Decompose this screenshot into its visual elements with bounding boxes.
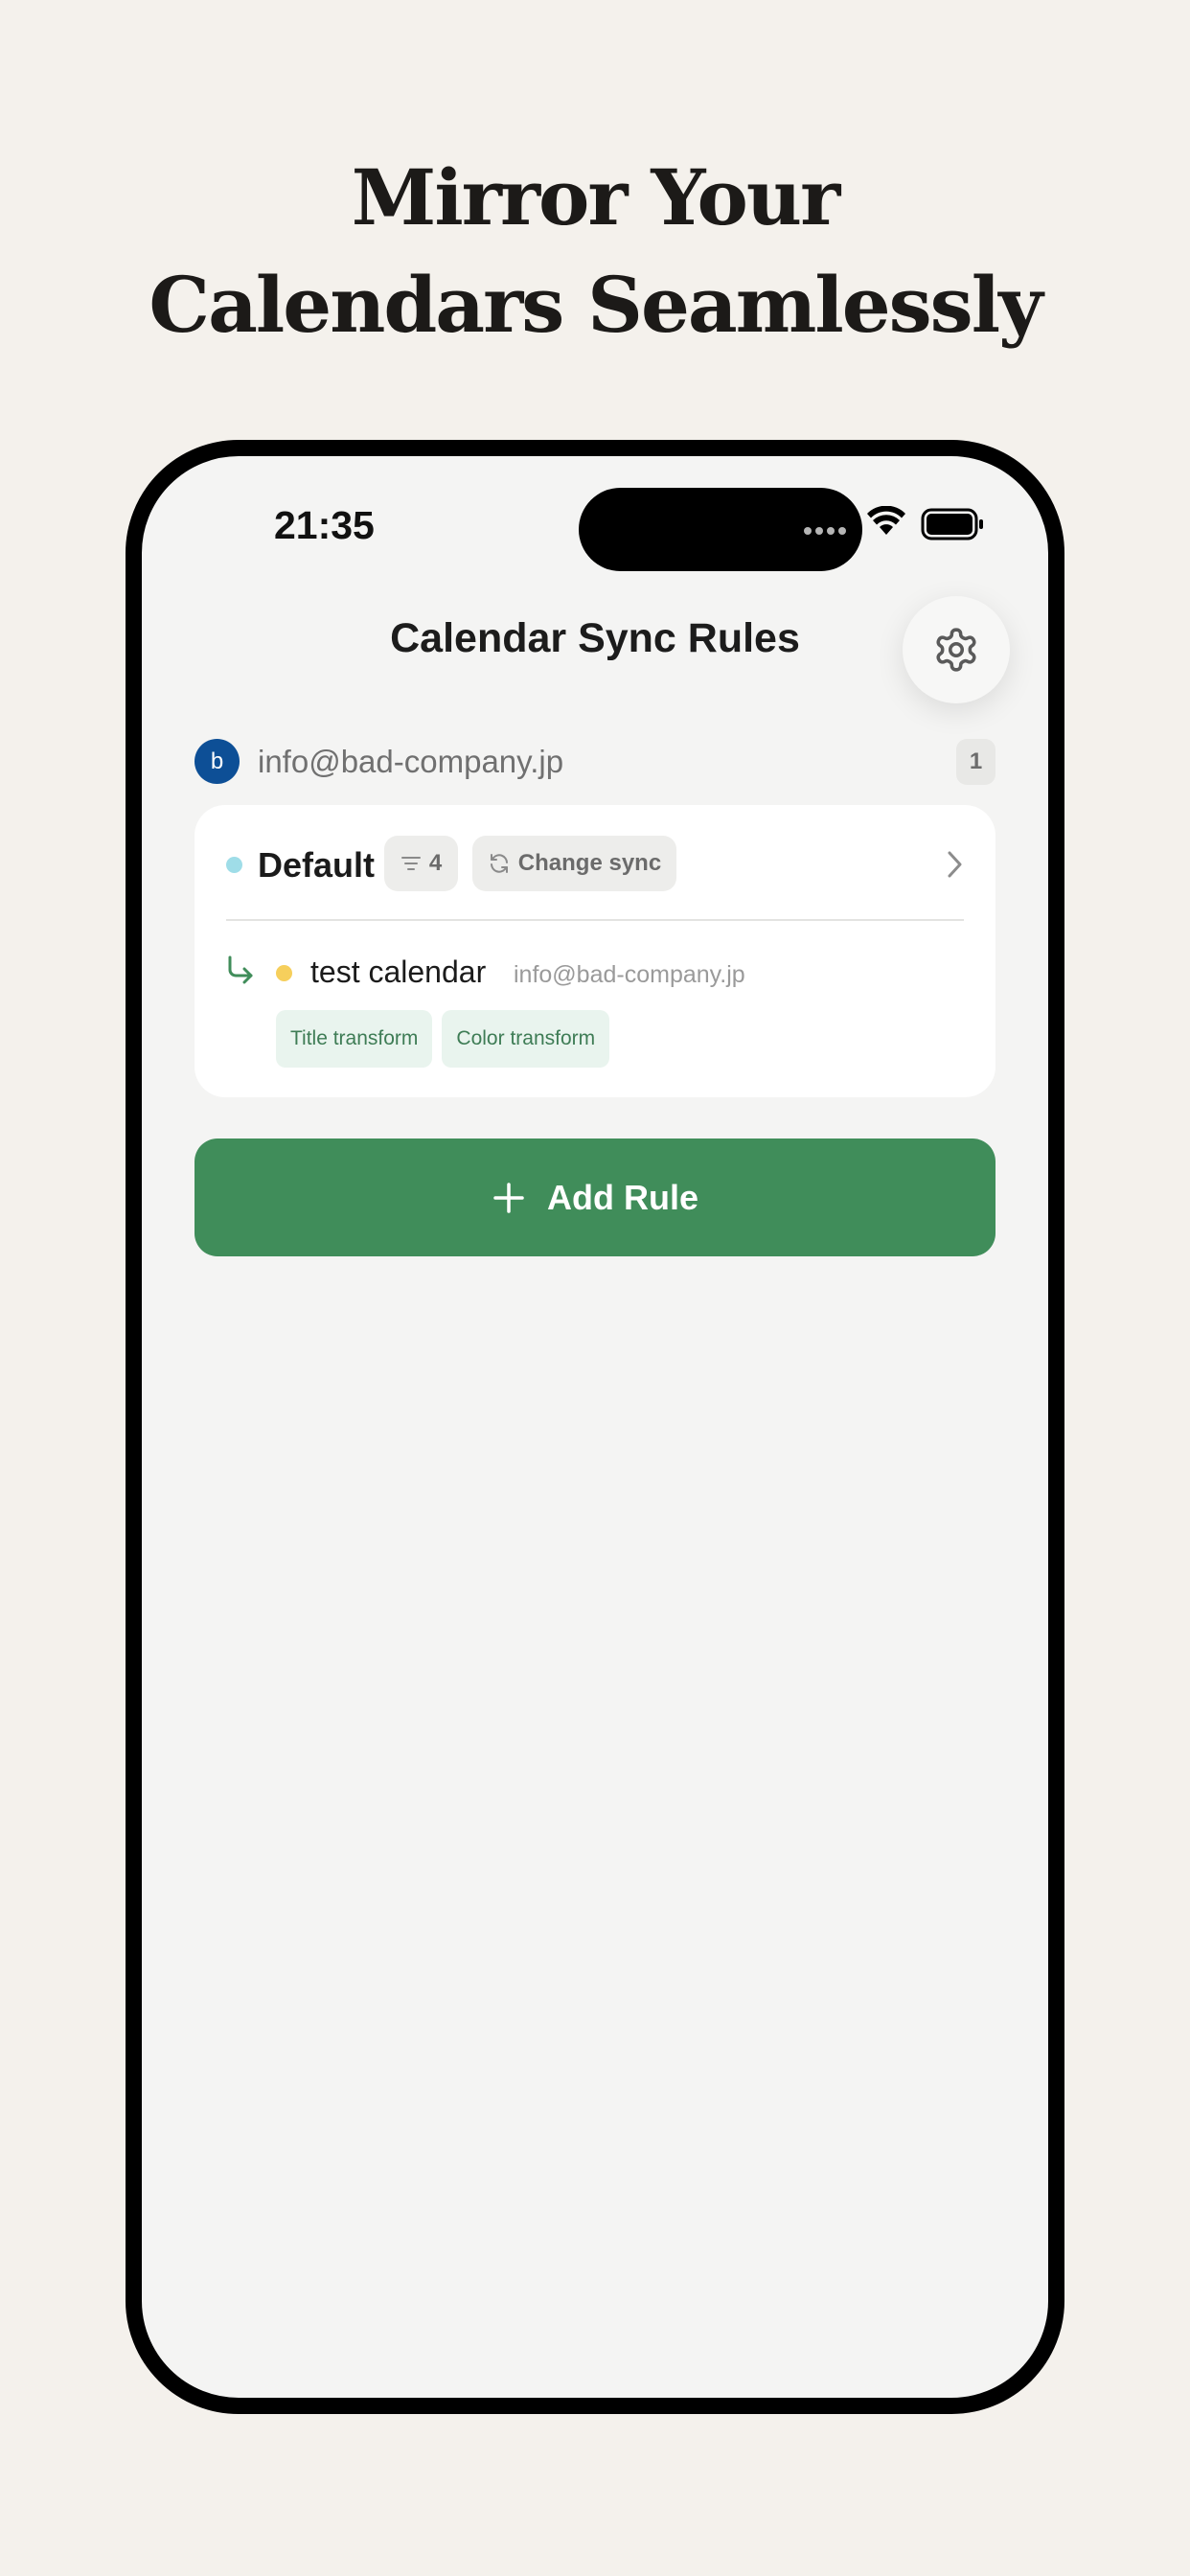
marketing-headline: Mirror Your Calendars Seamlessly <box>0 144 1190 358</box>
battery-icon <box>921 508 983 540</box>
sync-icon <box>490 854 508 873</box>
headline-line-2: Calendars Seamlessly <box>149 260 1042 350</box>
status-icons <box>804 506 995 544</box>
wifi-icon <box>867 506 905 535</box>
add-rule-button[interactable]: Add Rule <box>195 1138 995 1256</box>
destination-calendar-row: test calendar info@bad-company.jp <box>226 949 964 997</box>
plus-icon <box>493 1182 524 1213</box>
rule-card[interactable]: Default 4 Change sync test calendar info… <box>195 805 995 1097</box>
destination-calendar-color-dot <box>276 965 292 981</box>
status-time: 21:35 <box>274 503 375 547</box>
phone-frame: 21:35 Calendar Sync Rules b info@bad-com… <box>126 440 1064 2414</box>
destination-calendar-name: test calendar <box>310 954 487 989</box>
filter-chip[interactable]: 4 <box>384 836 458 891</box>
divider <box>226 919 964 921</box>
rule-header[interactable]: Default 4 Change sync <box>226 836 964 891</box>
headline-line-1: Mirror Your <box>351 152 840 242</box>
transform-tags: Title transform Color transform <box>276 1010 610 1068</box>
sync-arrow-icon <box>228 955 253 984</box>
change-sync-chip[interactable]: Change sync <box>472 836 676 891</box>
chevron-right-icon <box>948 851 962 878</box>
account-email: info@bad-company.jp <box>258 744 564 779</box>
change-sync-label: Change sync <box>517 850 662 876</box>
title-transform-tag: Title transform <box>276 1010 433 1068</box>
rule-name: Default <box>258 845 376 885</box>
rule-count-badge: 1 <box>956 739 995 785</box>
filter-icon <box>400 857 421 870</box>
add-rule-label: Add Rule <box>547 1177 698 1217</box>
color-transform-tag: Color transform <box>442 1010 610 1068</box>
filter-count: 4 <box>428 850 443 876</box>
destination-calendar-email: info@bad-company.jp <box>514 961 745 988</box>
account-avatar: b <box>195 739 240 784</box>
cellular-signal-icon <box>804 527 846 535</box>
account-header: b info@bad-company.jp 1 <box>195 739 995 785</box>
source-calendar-color-dot <box>226 857 242 873</box>
gear-icon <box>936 628 976 672</box>
settings-button[interactable] <box>903 596 1010 703</box>
